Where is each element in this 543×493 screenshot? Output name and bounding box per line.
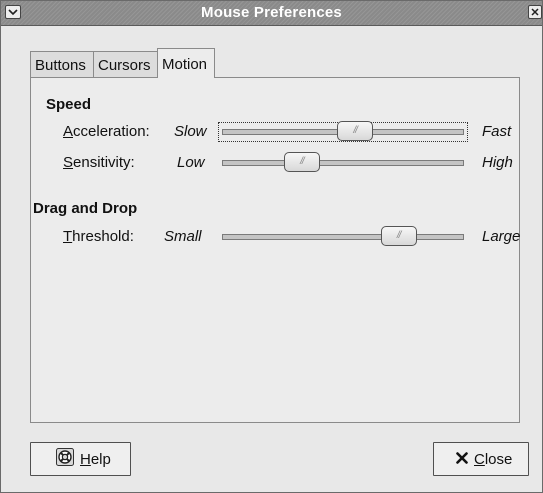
threshold-high-label: Large (482, 228, 521, 245)
tab-buttons-label: Buttons (35, 57, 86, 74)
drag-and-drop-section-title: Drag and Drop (33, 200, 138, 217)
speed-section-title: Speed (46, 96, 92, 113)
close-mnemonic: C (474, 450, 485, 468)
threshold-slider-trough[interactable] (222, 234, 464, 240)
threshold-low-label: Small (164, 228, 202, 245)
help-button-label: Help (80, 451, 111, 468)
help-lifebuoy-icon (56, 448, 74, 470)
sensitivity-mnemonic: S (63, 154, 74, 171)
close-label-text: lose (484, 450, 513, 468)
window-title: Mouse Preferences (201, 4, 342, 21)
slider-grip-icon: // (353, 125, 357, 136)
threshold-slider-thumb[interactable]: // (380, 226, 417, 246)
acceleration-slider-thumb[interactable]: // (337, 121, 374, 141)
help-button[interactable]: Help (30, 442, 131, 476)
acceleration-mnemonic: A (63, 123, 74, 140)
tab-buttons[interactable]: Buttons (30, 51, 94, 77)
acceleration-high-label: Fast (482, 123, 512, 140)
tab-cursors-label: Cursors (98, 57, 151, 74)
threshold-mnemonic: T (63, 228, 73, 245)
x-close-icon (456, 451, 468, 468)
title-bar[interactable]: Mouse Preferences (1, 1, 542, 26)
close-button-label: Close (474, 451, 512, 468)
tab-motion[interactable]: Motion (157, 48, 215, 78)
tab-motion-label: Motion (162, 56, 208, 73)
threshold-label-text: hreshold: (72, 228, 134, 245)
window-close-icon (531, 3, 539, 21)
sensitivity-high-label: High (482, 154, 513, 171)
acceleration-low-label: Slow (174, 123, 207, 140)
acceleration-label-text: cceleration: (73, 123, 150, 140)
threshold-label: Threshold: (63, 228, 134, 245)
sensitivity-label-text: ensitivity: (73, 154, 135, 171)
sensitivity-label: Sensitivity: (63, 154, 135, 171)
help-mnemonic: H (80, 450, 91, 468)
close-button[interactable]: Close (433, 442, 529, 476)
slider-grip-icon: // (396, 230, 401, 241)
sensitivity-slider-thumb[interactable]: // (283, 152, 320, 172)
help-label-text: elp (90, 450, 111, 468)
slider-grip-icon: // (300, 156, 304, 167)
tab-cursors[interactable]: Cursors (93, 51, 158, 77)
sensitivity-slider-trough[interactable] (222, 160, 464, 166)
sensitivity-slider[interactable]: // (222, 152, 464, 172)
sensitivity-low-label: Low (177, 154, 205, 171)
mouse-preferences-window: Mouse Preferences Buttons Cursors Motion… (0, 0, 543, 493)
threshold-slider[interactable]: // (222, 226, 464, 246)
acceleration-label: Acceleration: (63, 123, 150, 140)
window-close-button[interactable] (528, 5, 542, 19)
acceleration-slider[interactable]: // (218, 121, 468, 142)
